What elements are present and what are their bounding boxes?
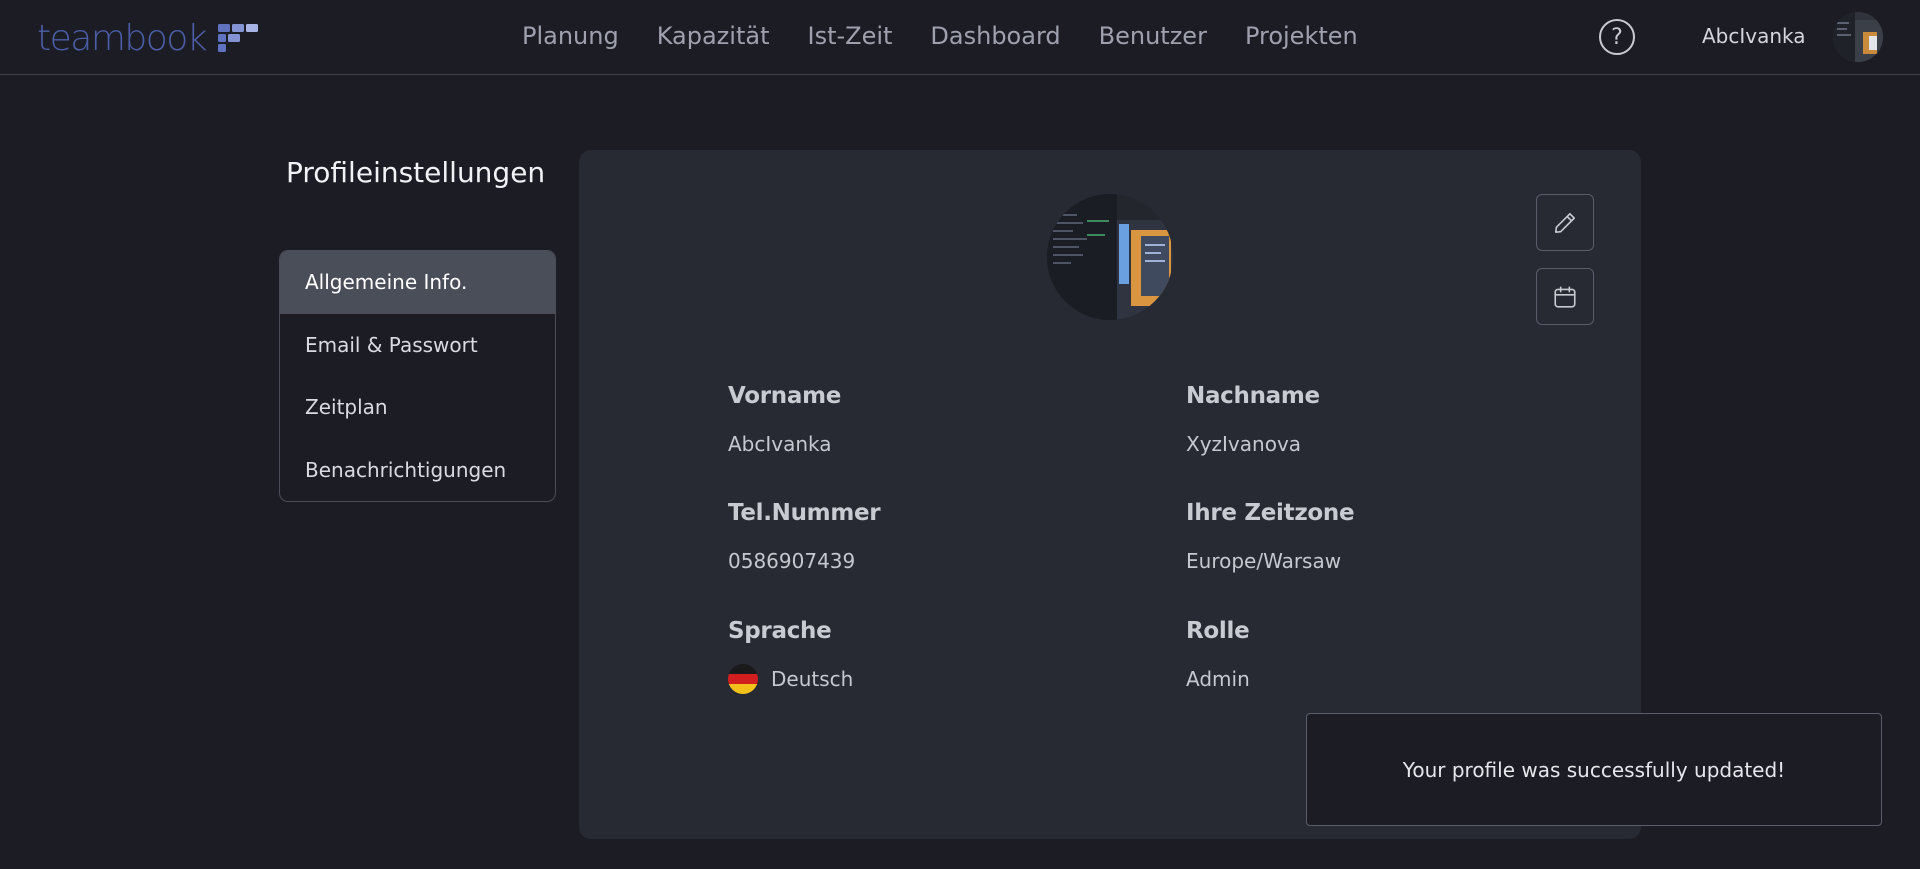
nav-item-dashboard[interactable]: Dashboard bbox=[930, 22, 1060, 50]
settings-item-email-password[interactable]: Email & Passwort bbox=[280, 314, 555, 377]
last-name-field: Nachname XyzIvanova bbox=[1186, 383, 1320, 459]
logo-text: teambook bbox=[37, 17, 208, 59]
profile-avatar-image bbox=[1047, 194, 1173, 320]
phone-label: Tel.Nummer bbox=[728, 500, 881, 526]
role-label: Rolle bbox=[1186, 618, 1250, 644]
toast-message: Your profile was successfully updated! bbox=[1402, 757, 1786, 782]
timezone-field: Ihre Zeitzone Europe/Warsaw bbox=[1186, 500, 1355, 576]
phone-field: Tel.Nummer 0586907439 bbox=[728, 500, 881, 576]
avatar-image bbox=[1833, 12, 1883, 62]
calendar-icon bbox=[1554, 285, 1576, 308]
help-icon[interactable]: ? bbox=[1599, 19, 1635, 55]
settings-item-general-info[interactable]: Allgemeine Info. bbox=[280, 251, 555, 314]
main-nav: Planung Kapazität Ist-Zeit Dashboard Ben… bbox=[522, 18, 1396, 54]
role-field: Rolle Admin bbox=[1186, 618, 1250, 694]
teambook-logo[interactable]: teambook bbox=[37, 16, 259, 60]
settings-item-schedule[interactable]: Zeitplan bbox=[280, 376, 555, 439]
user-avatar[interactable] bbox=[1833, 12, 1883, 62]
logo-mark-icon bbox=[218, 24, 259, 52]
settings-item-notifications[interactable]: Benachrichtigungen bbox=[280, 439, 555, 502]
first-name-field: Vorname AbcIvanka bbox=[728, 383, 841, 459]
current-user-name[interactable]: AbcIvanka bbox=[1702, 24, 1806, 48]
profile-avatar[interactable] bbox=[1047, 194, 1173, 320]
settings-menu: Allgemeine Info. Email & Passwort Zeitpl… bbox=[279, 250, 556, 502]
first-name-label: Vorname bbox=[728, 383, 842, 409]
language-field: Sprache Deutsch bbox=[728, 618, 853, 694]
phone-value: 0586907439 bbox=[728, 549, 856, 573]
nav-item-kapazitaet[interactable]: Kapazität bbox=[657, 22, 770, 50]
calendar-button[interactable] bbox=[1536, 268, 1594, 325]
timezone-label: Ihre Zeitzone bbox=[1186, 500, 1355, 526]
nav-item-planung[interactable]: Planung bbox=[522, 22, 619, 50]
edit-profile-button[interactable] bbox=[1536, 194, 1594, 251]
pencil-icon bbox=[1554, 212, 1576, 233]
role-value: Admin bbox=[1186, 667, 1250, 691]
success-toast[interactable]: Your profile was successfully updated! bbox=[1306, 713, 1882, 826]
last-name-value: XyzIvanova bbox=[1186, 432, 1302, 456]
first-name-value: AbcIvanka bbox=[728, 432, 832, 456]
page-title: Profileinstellungen bbox=[286, 156, 546, 189]
nav-item-benutzer[interactable]: Benutzer bbox=[1099, 22, 1207, 50]
germany-flag-icon bbox=[728, 664, 758, 694]
top-bar: teambook Planung Kapazität Ist-Zeit Dash… bbox=[0, 0, 1920, 75]
language-value-row: Deutsch bbox=[728, 664, 853, 694]
nav-item-ist-zeit[interactable]: Ist-Zeit bbox=[807, 22, 892, 50]
language-label: Sprache bbox=[728, 618, 832, 644]
last-name-label: Nachname bbox=[1186, 383, 1320, 409]
nav-item-projekten[interactable]: Projekten bbox=[1245, 22, 1358, 50]
timezone-value: Europe/Warsaw bbox=[1186, 549, 1342, 573]
language-value: Deutsch bbox=[771, 667, 854, 691]
